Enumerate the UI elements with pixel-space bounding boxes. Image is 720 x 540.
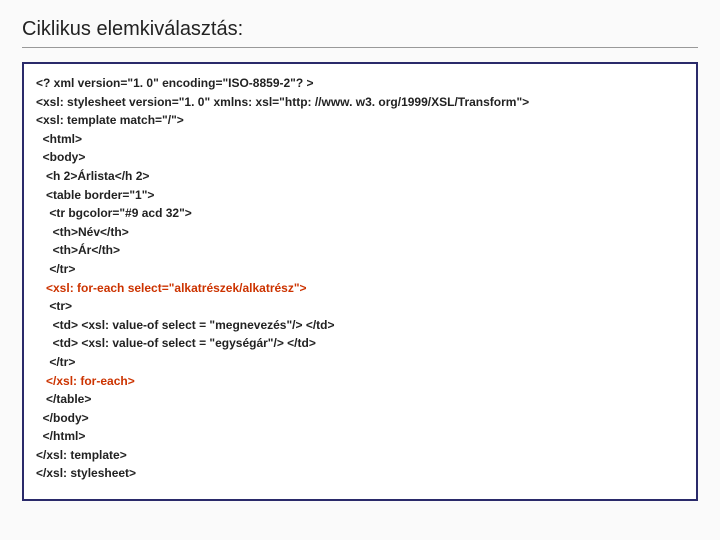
code-line: <xsl: template match="/"> bbox=[36, 113, 184, 127]
code-line: <tr bgcolor="#9 acd 32"> bbox=[36, 206, 192, 220]
code-line-highlight: </xsl: for-each> bbox=[36, 374, 135, 388]
code-line: </xsl: stylesheet> bbox=[36, 466, 136, 480]
code-line: </table> bbox=[36, 392, 91, 406]
code-line: </xsl: template> bbox=[36, 448, 127, 462]
code-line: <h 2>Árlista</h 2> bbox=[36, 169, 149, 183]
page-title: Ciklikus elemkiválasztás: bbox=[22, 18, 698, 48]
code-line: <th>Ár</th> bbox=[36, 243, 120, 257]
code-line: <td> <xsl: value-of select = "megnevezés… bbox=[36, 318, 335, 332]
code-line: <table border="1"> bbox=[36, 188, 154, 202]
code-line: </tr> bbox=[36, 355, 75, 369]
code-line: </body> bbox=[36, 411, 89, 425]
code-listing: <? xml version="1. 0" encoding="ISO-8859… bbox=[36, 74, 684, 483]
code-line: <th>Név</th> bbox=[36, 225, 129, 239]
code-line: <tr> bbox=[36, 299, 72, 313]
code-line: <td> <xsl: value-of select = "egységár"/… bbox=[36, 336, 316, 350]
code-line: <? xml version="1. 0" encoding="ISO-8859… bbox=[36, 76, 314, 90]
code-line: <xsl: stylesheet version="1. 0" xmlns: x… bbox=[36, 95, 529, 109]
code-line: </tr> bbox=[36, 262, 75, 276]
code-line-highlight: <xsl: for-each select="alkatrészek/alkat… bbox=[36, 281, 307, 295]
code-line: <html> bbox=[36, 132, 82, 146]
code-line: <body> bbox=[36, 150, 85, 164]
code-container: <? xml version="1. 0" encoding="ISO-8859… bbox=[22, 62, 698, 501]
code-line: </html> bbox=[36, 429, 85, 443]
